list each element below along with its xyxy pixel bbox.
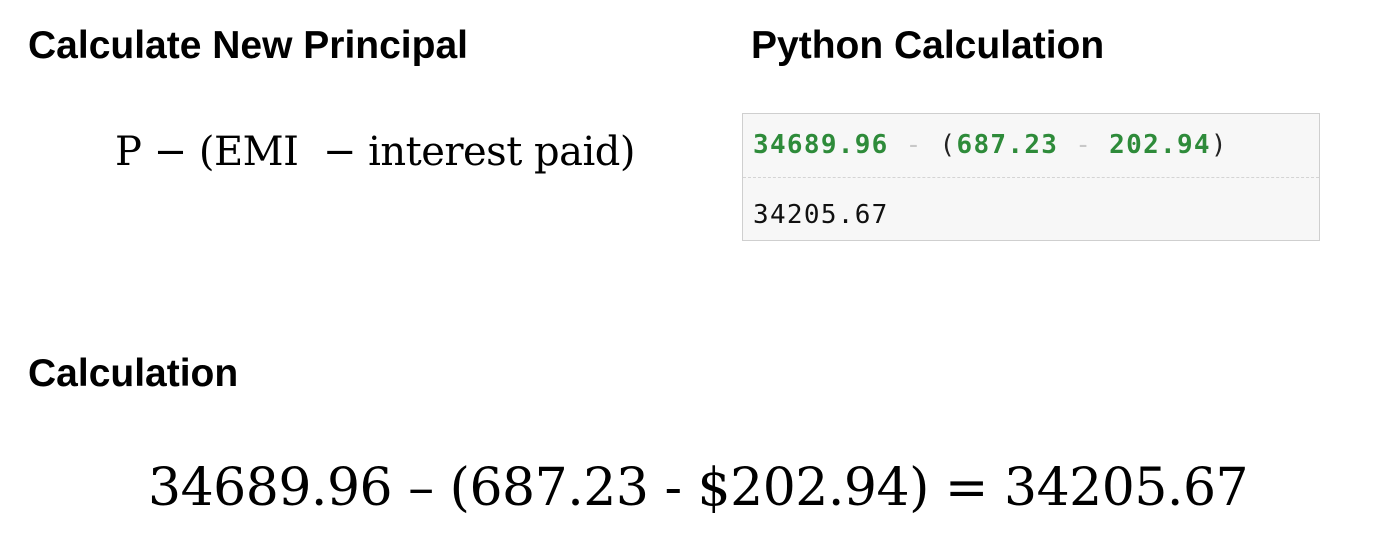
heading-calculation: Calculation bbox=[28, 352, 239, 395]
python-code-cell: 34689.96 - (687.23 - 202.94) 34205.67 bbox=[742, 113, 1320, 241]
heading-calculate-new-principal: Calculate New Principal bbox=[28, 24, 468, 67]
code-operator-minus: - bbox=[1075, 130, 1093, 160]
code-right-paren: ) bbox=[1210, 130, 1228, 160]
principal-formula: P − (EMI − interest paid) bbox=[115, 129, 635, 175]
code-number-b: 687.23 bbox=[956, 130, 1059, 160]
code-number-a: 34689.96 bbox=[753, 130, 889, 160]
calculation-equation: 34689.96 – (687.23 - $202.94) = 34205.67 bbox=[148, 458, 1249, 518]
code-operator-minus: - bbox=[905, 130, 923, 160]
code-output: 34205.67 bbox=[753, 200, 889, 230]
code-number-c: 202.94 bbox=[1109, 130, 1211, 160]
code-input-area[interactable]: 34689.96 - (687.23 - 202.94) bbox=[743, 114, 1319, 178]
code-left-paren: ( bbox=[939, 130, 957, 160]
heading-python-calculation: Python Calculation bbox=[751, 24, 1105, 67]
code-input-line: 34689.96 - (687.23 - 202.94) bbox=[753, 132, 1228, 158]
